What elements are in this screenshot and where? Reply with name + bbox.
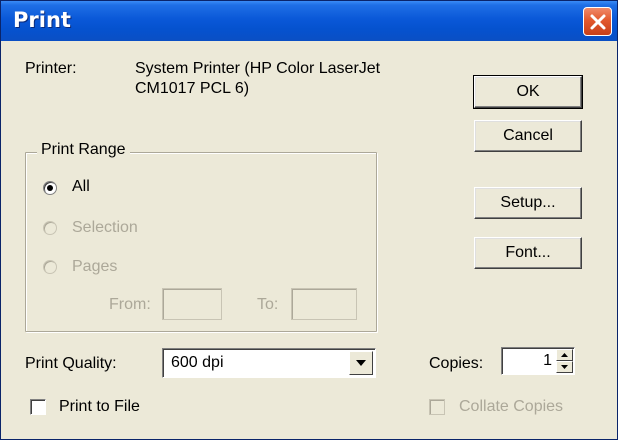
print-quality-label: Print Quality: [25, 355, 117, 372]
from-input [162, 288, 222, 320]
title-bar[interactable]: Print [1, 1, 617, 41]
copies-decrement-button[interactable] [556, 361, 573, 373]
window-title: Print [13, 8, 71, 32]
radio-pages-label: Pages [72, 258, 118, 275]
copies-spin-buttons [556, 349, 573, 373]
print-quality-value: 600 dpi [171, 354, 224, 371]
copies-label: Copies: [429, 355, 484, 372]
print-dialog: Print Printer: System Printer (HP Color … [0, 0, 618, 440]
close-button[interactable] [583, 7, 612, 36]
printer-name-line2: CM1017 PCL 6) [135, 80, 250, 97]
cancel-button[interactable]: Cancel [474, 120, 582, 152]
radio-selection-label: Selection [72, 219, 138, 236]
to-input [291, 288, 357, 320]
printer-name-line1: System Printer (HP Color LaserJet [135, 60, 381, 77]
arrow-down-icon [561, 365, 568, 369]
close-icon [590, 14, 606, 30]
copies-value[interactable]: 1 [543, 352, 552, 370]
radio-all[interactable] [43, 181, 57, 195]
print-quality-dropdown-button[interactable] [349, 351, 373, 375]
from-label: From: [109, 296, 151, 313]
chevron-down-icon [356, 360, 366, 366]
font-button[interactable]: Font... [474, 237, 582, 269]
to-label: To: [257, 296, 279, 313]
radio-pages [43, 260, 57, 274]
ok-button[interactable]: OK [473, 75, 583, 109]
radio-selection [43, 221, 57, 235]
print-quality-select[interactable]: 600 dpi [162, 348, 376, 378]
print-range-title: Print Range [37, 141, 130, 159]
radio-selected-dot [47, 185, 53, 191]
copies-increment-button[interactable] [556, 349, 573, 361]
radio-all-label[interactable]: All [72, 178, 90, 196]
print-to-file-checkbox[interactable] [30, 399, 46, 415]
arrow-up-icon [561, 353, 568, 357]
copies-spinbox[interactable]: 1 [501, 347, 575, 375]
collate-copies-label: Collate Copies [459, 398, 564, 415]
print-to-file-label[interactable]: Print to File [59, 398, 140, 416]
printer-label: Printer: [25, 60, 77, 77]
setup-button[interactable]: Setup... [474, 187, 582, 219]
collate-copies-checkbox [429, 399, 445, 415]
